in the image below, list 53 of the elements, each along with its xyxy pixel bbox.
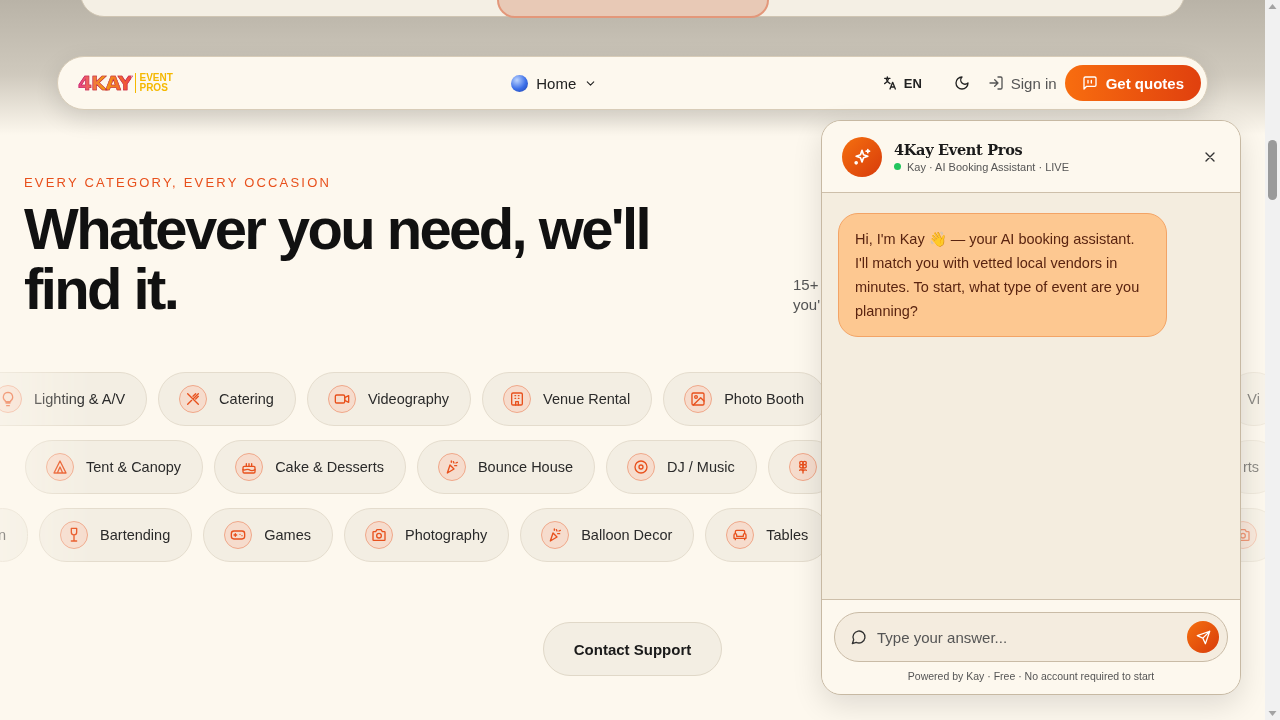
send-icon [1195,629,1211,645]
sign-in-button[interactable]: Sign in [987,74,1057,92]
speech-bubble-icon [851,629,867,645]
home-menu[interactable]: Home [511,74,598,92]
cake-icon [235,453,264,481]
translate-icon [881,75,898,91]
send-button[interactable] [1187,621,1219,653]
disc-icon [627,453,656,481]
category-chip[interactable]: Lighting & A/V [0,372,148,426]
category-chip[interactable]: Photography [343,508,510,562]
building-icon [503,385,532,413]
category-chip[interactable]: Tent & Canopy [25,440,204,494]
moon-icon [953,75,970,91]
chat-status: Kay · AI Booking Assistant · LIVE [907,160,1070,173]
hero-subtitle: you' [793,295,821,315]
image-icon [684,385,713,413]
video-camera-icon [327,385,356,413]
party-popper-icon [437,453,466,481]
category-chip[interactable]: DJ / Music [606,440,757,494]
contact-support-button[interactable]: Contact Support [542,622,723,676]
tent-icon [46,453,74,481]
category-chip[interactable]: Games [203,508,333,562]
answer-field[interactable]: Type your answer... [834,612,1228,662]
category-chip[interactable]: Cake & Desserts [214,440,406,494]
utensils-icon [179,385,208,413]
answer-input[interactable]: Type your answer... [875,627,1179,647]
category-chip[interactable]: Videography [306,372,472,426]
category-chip[interactable]: Bartending [39,508,193,562]
chat-message: Hi, I'm Kay 👋 — your AI booking assistant. I'll match you with vetted local vendors in minutes. To start, what type of event are you planning? [838,213,1167,337]
wine-glass-icon [60,521,89,549]
category-chip[interactable]: Bounce House [416,440,596,494]
flower-icon [788,453,817,481]
camera-icon [364,521,393,549]
hero-headline: Whatever you need, we'll find it. [24,199,651,319]
eyebrow-label: EVERY CATEGORY, EVERY OCCASION [24,175,333,190]
hero-subtitle: 15+ [793,275,820,295]
lightbulb-icon [0,385,22,413]
sparkle-icon [842,136,882,177]
globe-icon [511,74,529,92]
language-button[interactable]: EN [875,74,928,92]
chat-icon [1081,75,1098,91]
category-chip[interactable]: Balloon Decor [520,508,695,562]
party-popper-icon [541,521,570,549]
category-chip[interactable]: Venue Rental [482,372,653,426]
chat-title: 4Kay Event Pros [894,140,1024,158]
get-quotes-button[interactable]: Get quotes [1064,65,1201,101]
chat-footer-note: Powered by Kay · Free · No account required to start [907,670,1155,682]
category-chip[interactable]: Catering [158,372,296,426]
brand-subtitle: EVENT PROS [135,73,173,93]
gamepad-icon [224,521,253,549]
sign-in-icon [987,75,1004,91]
dark-mode-button[interactable] [953,75,970,91]
sofa-icon [726,521,755,549]
